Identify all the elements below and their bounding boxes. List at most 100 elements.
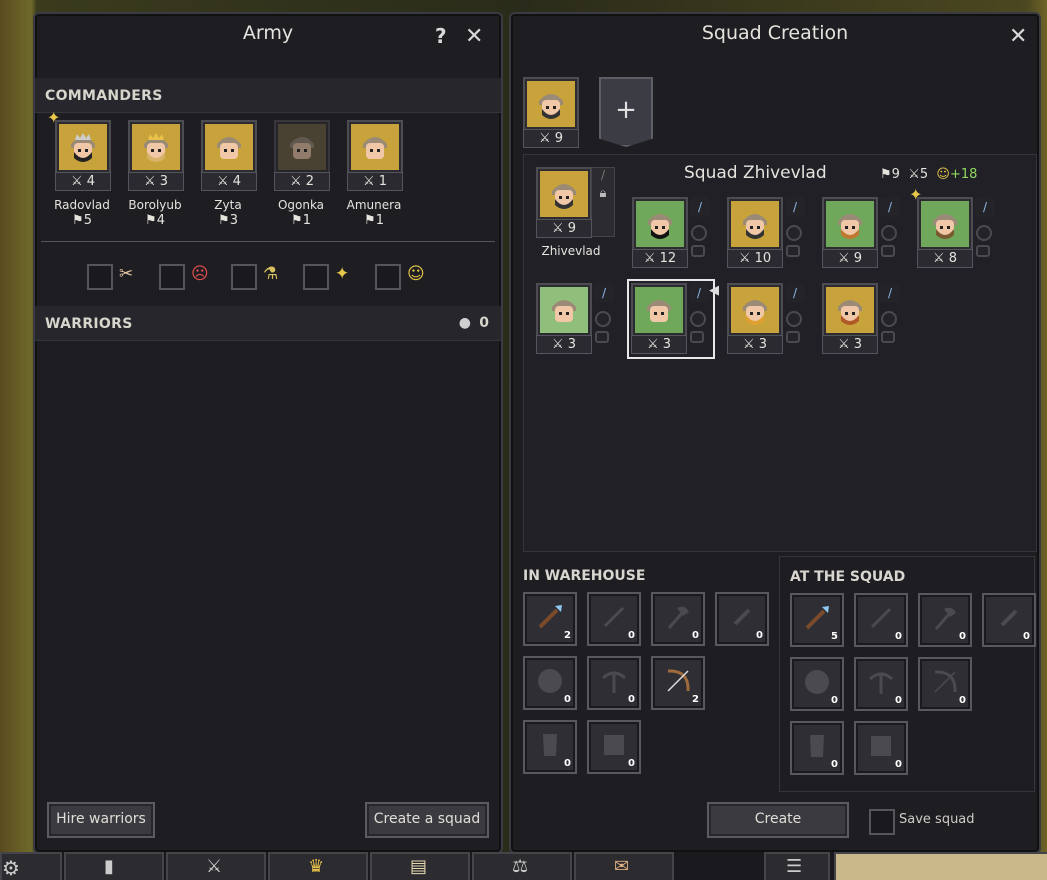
commander-card[interactable]: ⚔ 1 Amunera ⚑1 — [347, 120, 417, 240]
commander-card[interactable]: ⚔ 3 Borolyub ⚑4 — [128, 120, 198, 240]
commander-flags: ⚑4 — [120, 213, 190, 228]
rank-up-icon: ✦ — [909, 185, 923, 204]
commanders-list: ⚔ 4 Radovlad ⚑5 ✦ ⚔ 3 Borolyub ⚑4 ⚔ 4 Zyta ⚑3 ⚔ 2O… — [35, 108, 501, 242]
item-slot[interactable]: 0 — [651, 592, 705, 646]
item-slot[interactable]: 0 — [854, 593, 908, 647]
list-tab[interactable]: ☰ — [764, 852, 830, 880]
weapon-slot-icon[interactable]: / — [975, 197, 995, 217]
item-slot[interactable]: 0 — [918, 657, 972, 711]
swords-icon: ⚔ — [837, 251, 850, 266]
squad-members: / ⚔ 12/⚔ 10/⚔ 9/⚔ 8 ✦ / ⚔ 3/⚔ 3 ◀ / ⚔ 3/⚔ 3 — [524, 155, 1036, 375]
help-button[interactable]: ? — [435, 24, 447, 48]
item-slot[interactable]: 2 — [523, 592, 577, 646]
dagger-icon — [727, 602, 757, 632]
bow-icon — [930, 667, 960, 697]
item-slot[interactable]: 0 — [715, 592, 769, 646]
item-slot[interactable]: 0 — [790, 657, 844, 711]
bar-chart-icon: ▮ — [104, 856, 114, 877]
settings-tab[interactable]: ⚙ — [0, 852, 62, 880]
army-tab[interactable]: ⚔ — [166, 852, 266, 880]
filter-bar: ✂ ☹ ⚗ ✦ ☺ — [35, 250, 501, 300]
filter-checkbox[interactable] — [375, 264, 401, 290]
shield-slot-icon[interactable] — [595, 311, 611, 327]
filter-checkbox[interactable] — [159, 264, 185, 290]
stats-tab[interactable]: ▮ — [64, 852, 164, 880]
member-strength-value: 8 — [948, 251, 958, 266]
item-slot[interactable]: 0 — [587, 720, 641, 774]
flag-icon: ⚑ — [145, 213, 157, 228]
item-slot[interactable]: 0 — [587, 656, 641, 710]
squad-member-card[interactable]: / ⚔ 9 — [822, 197, 902, 269]
armor-slot-icon[interactable] — [690, 331, 704, 343]
item-count: 0 — [959, 695, 966, 706]
squad-member-card[interactable]: / ⚔ 8 ✦ — [909, 185, 997, 269]
royal-tab[interactable]: ♛ — [268, 852, 368, 880]
weapon-slot-icon[interactable]: / — [689, 283, 709, 303]
weapon-slot-icon[interactable]: / — [594, 283, 614, 303]
item-slot[interactable]: 0 — [790, 721, 844, 775]
armor-slot-icon[interactable] — [881, 245, 895, 257]
commander-face — [140, 130, 172, 166]
armor-slot-icon[interactable] — [595, 331, 609, 343]
squad-member-card[interactable]: / ⚔ 3 — [727, 283, 807, 355]
shield-slot-icon[interactable] — [786, 311, 802, 327]
weapon-slot-icon[interactable]: / — [880, 197, 900, 217]
close-army-button[interactable]: ✕ — [465, 24, 483, 49]
weapon-slot-icon[interactable]: / — [785, 283, 805, 303]
squad-member-card[interactable]: / ⚔ 10 — [727, 197, 807, 269]
member-strength: ⚔ 12 — [632, 249, 688, 268]
member-portrait — [632, 197, 688, 251]
close-squad-button[interactable]: ✕ — [1009, 24, 1027, 49]
commander-card[interactable]: ⚔ 2 Ogonka ⚑1 — [274, 120, 344, 240]
squad-member-card[interactable]: / ⚔ 12 — [632, 197, 712, 269]
filter-checkbox[interactable] — [231, 264, 257, 290]
squad-member-card[interactable]: / ⚔ 3 ◀ — [627, 279, 719, 359]
trade-tab[interactable]: ✉ — [574, 852, 674, 880]
item-slot[interactable]: 2 — [651, 656, 705, 710]
book-tab[interactable]: ▤ — [370, 852, 470, 880]
save-squad-checkbox[interactable] — [869, 809, 895, 835]
filter-checkbox[interactable] — [87, 264, 113, 290]
commander-card[interactable]: ⚔ 4 Radovlad ⚑5 ✦ — [47, 108, 125, 240]
flag-icon: ⚑ — [72, 213, 84, 228]
filter-checkbox[interactable] — [303, 264, 329, 290]
map-scroll[interactable] — [834, 852, 1047, 880]
weapon-slot-icon[interactable]: / — [690, 197, 710, 217]
weapon-slot-icon[interactable]: / — [880, 283, 900, 303]
law-tab[interactable]: ⚖ — [472, 852, 572, 880]
create-button[interactable]: Create — [707, 802, 849, 838]
squad-member-card[interactable]: / ⚔ 3 — [822, 283, 902, 355]
item-slot[interactable]: 0 — [854, 721, 908, 775]
armor-slot-icon[interactable] — [976, 245, 990, 257]
item-slot[interactable]: 0 — [523, 656, 577, 710]
item-slot[interactable]: 0 — [982, 593, 1036, 647]
item-slot[interactable]: 0 — [854, 657, 908, 711]
add-squad-banner-button[interactable]: + — [599, 77, 653, 147]
weapon-slot-icon[interactable]: / — [785, 197, 805, 217]
item-slot[interactable]: 5 — [790, 593, 844, 647]
item-slot[interactable]: 0 — [918, 593, 972, 647]
item-slot[interactable]: 0 — [587, 592, 641, 646]
shield-slot-icon[interactable] — [691, 225, 707, 241]
shield-slot-icon[interactable] — [690, 311, 706, 327]
hire-warriors-button[interactable]: Hire warriors — [47, 802, 155, 838]
armor-slot-icon[interactable] — [691, 245, 705, 257]
shield-slot-icon[interactable] — [976, 225, 992, 241]
shield-slot-icon[interactable] — [881, 311, 897, 327]
item-slot[interactable]: 0 — [523, 720, 577, 774]
commander-card[interactable]: ⚔ 4 Zyta ⚑3 — [201, 120, 271, 240]
sword-icon — [866, 603, 896, 633]
happy-icon: ☺ — [407, 264, 425, 284]
squad-member-card[interactable]: / ⚔ 3 — [536, 283, 616, 355]
armor-slot-icon[interactable] — [786, 245, 800, 257]
selected-commander-portrait[interactable] — [523, 77, 579, 131]
potion-icon: ⚗ — [263, 264, 279, 284]
commander-face — [535, 87, 567, 123]
create-a-squad-button[interactable]: Create a squad — [365, 802, 489, 838]
armor-slot-icon[interactable] — [881, 331, 895, 343]
shield-slot-icon[interactable] — [786, 225, 802, 241]
shield-slot-icon[interactable] — [881, 225, 897, 241]
bow-icon — [663, 666, 693, 696]
crossbow-icon — [866, 667, 896, 697]
armor-slot-icon[interactable] — [786, 331, 800, 343]
